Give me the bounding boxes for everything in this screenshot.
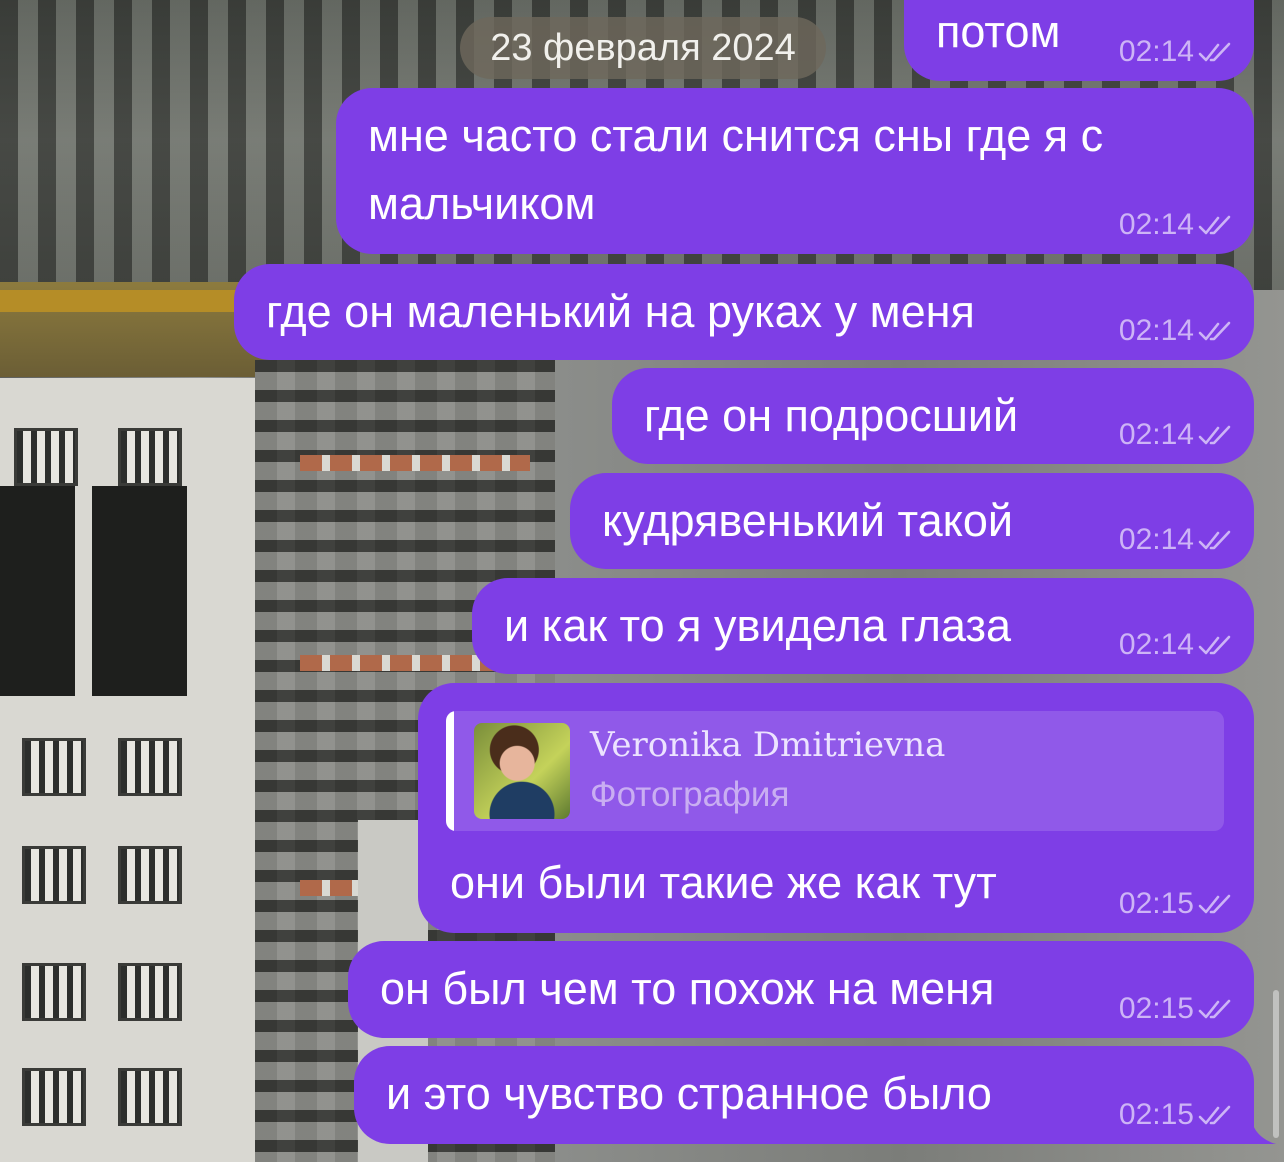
wallpaper-window (22, 1068, 86, 1126)
message-text-line: мне часто стали снится сны где я с (368, 110, 1104, 161)
double-check-icon (1198, 424, 1232, 446)
double-check-icon (1198, 529, 1232, 551)
message-text: и как то я увидела глаза (504, 600, 1012, 651)
message-text: он был чем то похож на меня (380, 963, 995, 1014)
message-meta: 02:15 (1119, 1098, 1232, 1132)
message-meta: 02:14 (1119, 628, 1232, 662)
message-time: 02:14 (1118, 418, 1194, 451)
double-check-icon (1198, 1104, 1232, 1126)
message-bubble-reply[interactable]: Veronika Dmitrievna Фотография они были … (418, 683, 1254, 933)
wallpaper-window (22, 738, 86, 796)
double-check-icon (1198, 214, 1232, 236)
wallpaper-balcony (92, 486, 187, 696)
message-meta: 02:15 (1119, 992, 1232, 1026)
message-bubble[interactable]: потом 02:14 (904, 0, 1254, 81)
message-text: кудрявенький такой (602, 495, 1014, 546)
message-text-line: мальчиком (368, 178, 596, 229)
message-bubble[interactable]: мне часто стали снится сны где я с мальч… (336, 88, 1254, 254)
message-bubble[interactable]: и это чувство странное было 02:15 (354, 1046, 1254, 1144)
reply-type: Фотография (590, 775, 790, 814)
message-text: и это чувство странное было (386, 1068, 992, 1119)
message-time: 02:15 (1118, 992, 1194, 1025)
wallpaper-window (14, 428, 78, 486)
reply-quote[interactable]: Veronika Dmitrievna Фотография (446, 711, 1224, 831)
wallpaper-window (22, 846, 86, 904)
wallpaper-window (118, 1068, 182, 1126)
double-check-icon (1198, 893, 1232, 915)
double-check-icon (1198, 320, 1232, 342)
message-meta: 02:14 (1119, 208, 1232, 242)
message-time: 02:14 (1118, 523, 1194, 556)
date-separator: 23 февраля 2024 (460, 17, 826, 79)
reply-author: Veronika Dmitrievna (590, 725, 946, 765)
wallpaper-building-left (0, 378, 255, 1162)
message-bubble[interactable]: он был чем то похож на меня 02:15 (348, 941, 1254, 1038)
message-meta: 02:14 (1119, 418, 1232, 452)
message-time: 02:15 (1118, 887, 1194, 920)
double-check-icon (1198, 41, 1232, 63)
message-bubble[interactable]: кудрявенький такой 02:14 (570, 473, 1254, 569)
wallpaper-window (22, 963, 86, 1021)
message-time: 02:14 (1118, 314, 1194, 347)
message-time: 02:15 (1118, 1098, 1194, 1131)
message-time: 02:14 (1118, 628, 1194, 661)
message-time: 02:14 (1118, 208, 1194, 241)
wallpaper-window (118, 738, 182, 796)
wallpaper-window (118, 428, 182, 486)
reply-photo-thumbnail (474, 723, 570, 819)
message-bubble[interactable]: и как то я увидела глаза 02:14 (472, 578, 1254, 674)
message-meta: 02:14 (1119, 35, 1232, 69)
message-text: где он подросший (644, 390, 1019, 441)
message-text: потом (936, 6, 1061, 57)
scrollbar[interactable] (1273, 990, 1279, 1138)
wallpaper-window (118, 846, 182, 904)
wallpaper-stripe (300, 455, 530, 471)
wallpaper-balcony (0, 486, 75, 696)
message-text: где он маленький на руках у меня (266, 286, 975, 337)
message-time: 02:14 (1118, 35, 1194, 68)
reply-accent-bar (446, 711, 454, 831)
bubble-tail-icon (1238, 1118, 1276, 1144)
double-check-icon (1198, 998, 1232, 1020)
message-bubble[interactable]: где он подросший 02:14 (612, 368, 1254, 464)
message-text: они были такие же как тут (450, 857, 997, 908)
wallpaper-window (118, 963, 182, 1021)
message-meta: 02:14 (1119, 523, 1232, 557)
message-meta: 02:15 (1119, 887, 1232, 921)
message-meta: 02:14 (1119, 314, 1232, 348)
message-bubble[interactable]: где он маленький на руках у меня 02:14 (234, 264, 1254, 360)
double-check-icon (1198, 634, 1232, 656)
